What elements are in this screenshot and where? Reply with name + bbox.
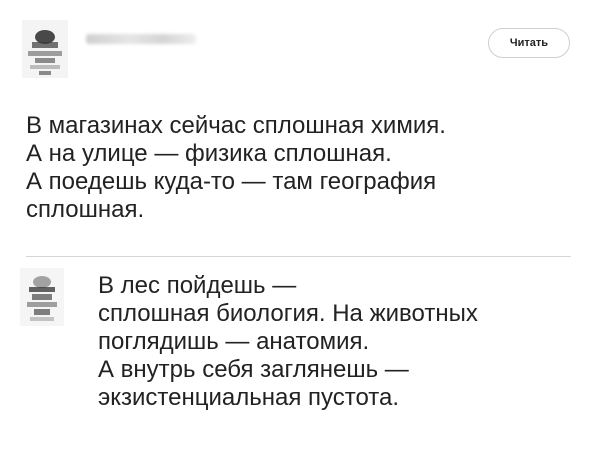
comment-text-line: поглядишь — анатомия. xyxy=(98,328,370,355)
post-text: В магазинах сейчас сплошная химия. А на … xyxy=(26,112,566,224)
commenter-avatar[interactable] xyxy=(20,268,64,326)
comment-text: В лес пойдешь — сплошная биология. На жи… xyxy=(98,272,578,412)
post-text-line: сплошная. xyxy=(26,196,145,223)
avatar-image xyxy=(20,268,64,326)
divider xyxy=(26,256,571,257)
post-text-line: В магазинах сейчас сплошная химия. xyxy=(26,112,446,139)
comment-text-line: экзистенциальная пустота. xyxy=(98,384,400,411)
comment-text-line: В лес пойдешь — xyxy=(98,272,297,299)
avatar-image xyxy=(22,20,68,78)
post-header: Читать xyxy=(22,18,578,80)
post-text-line: А на улице — физика сплошная. xyxy=(26,140,392,167)
comment-text-line: сплошная биология. На животных xyxy=(98,300,478,327)
comment-text-line: А внутрь себя заглянешь — xyxy=(98,356,409,383)
avatar[interactable] xyxy=(22,20,68,78)
comment: В лес пойдешь — сплошная биология. На жи… xyxy=(20,268,580,448)
post-text-line: А поедешь куда-то — там география xyxy=(26,168,437,195)
username-redacted[interactable] xyxy=(86,34,196,44)
post-card: Читать В магазинах сейчас сплошная химия… xyxy=(0,0,600,458)
follow-button[interactable]: Читать xyxy=(488,28,570,58)
